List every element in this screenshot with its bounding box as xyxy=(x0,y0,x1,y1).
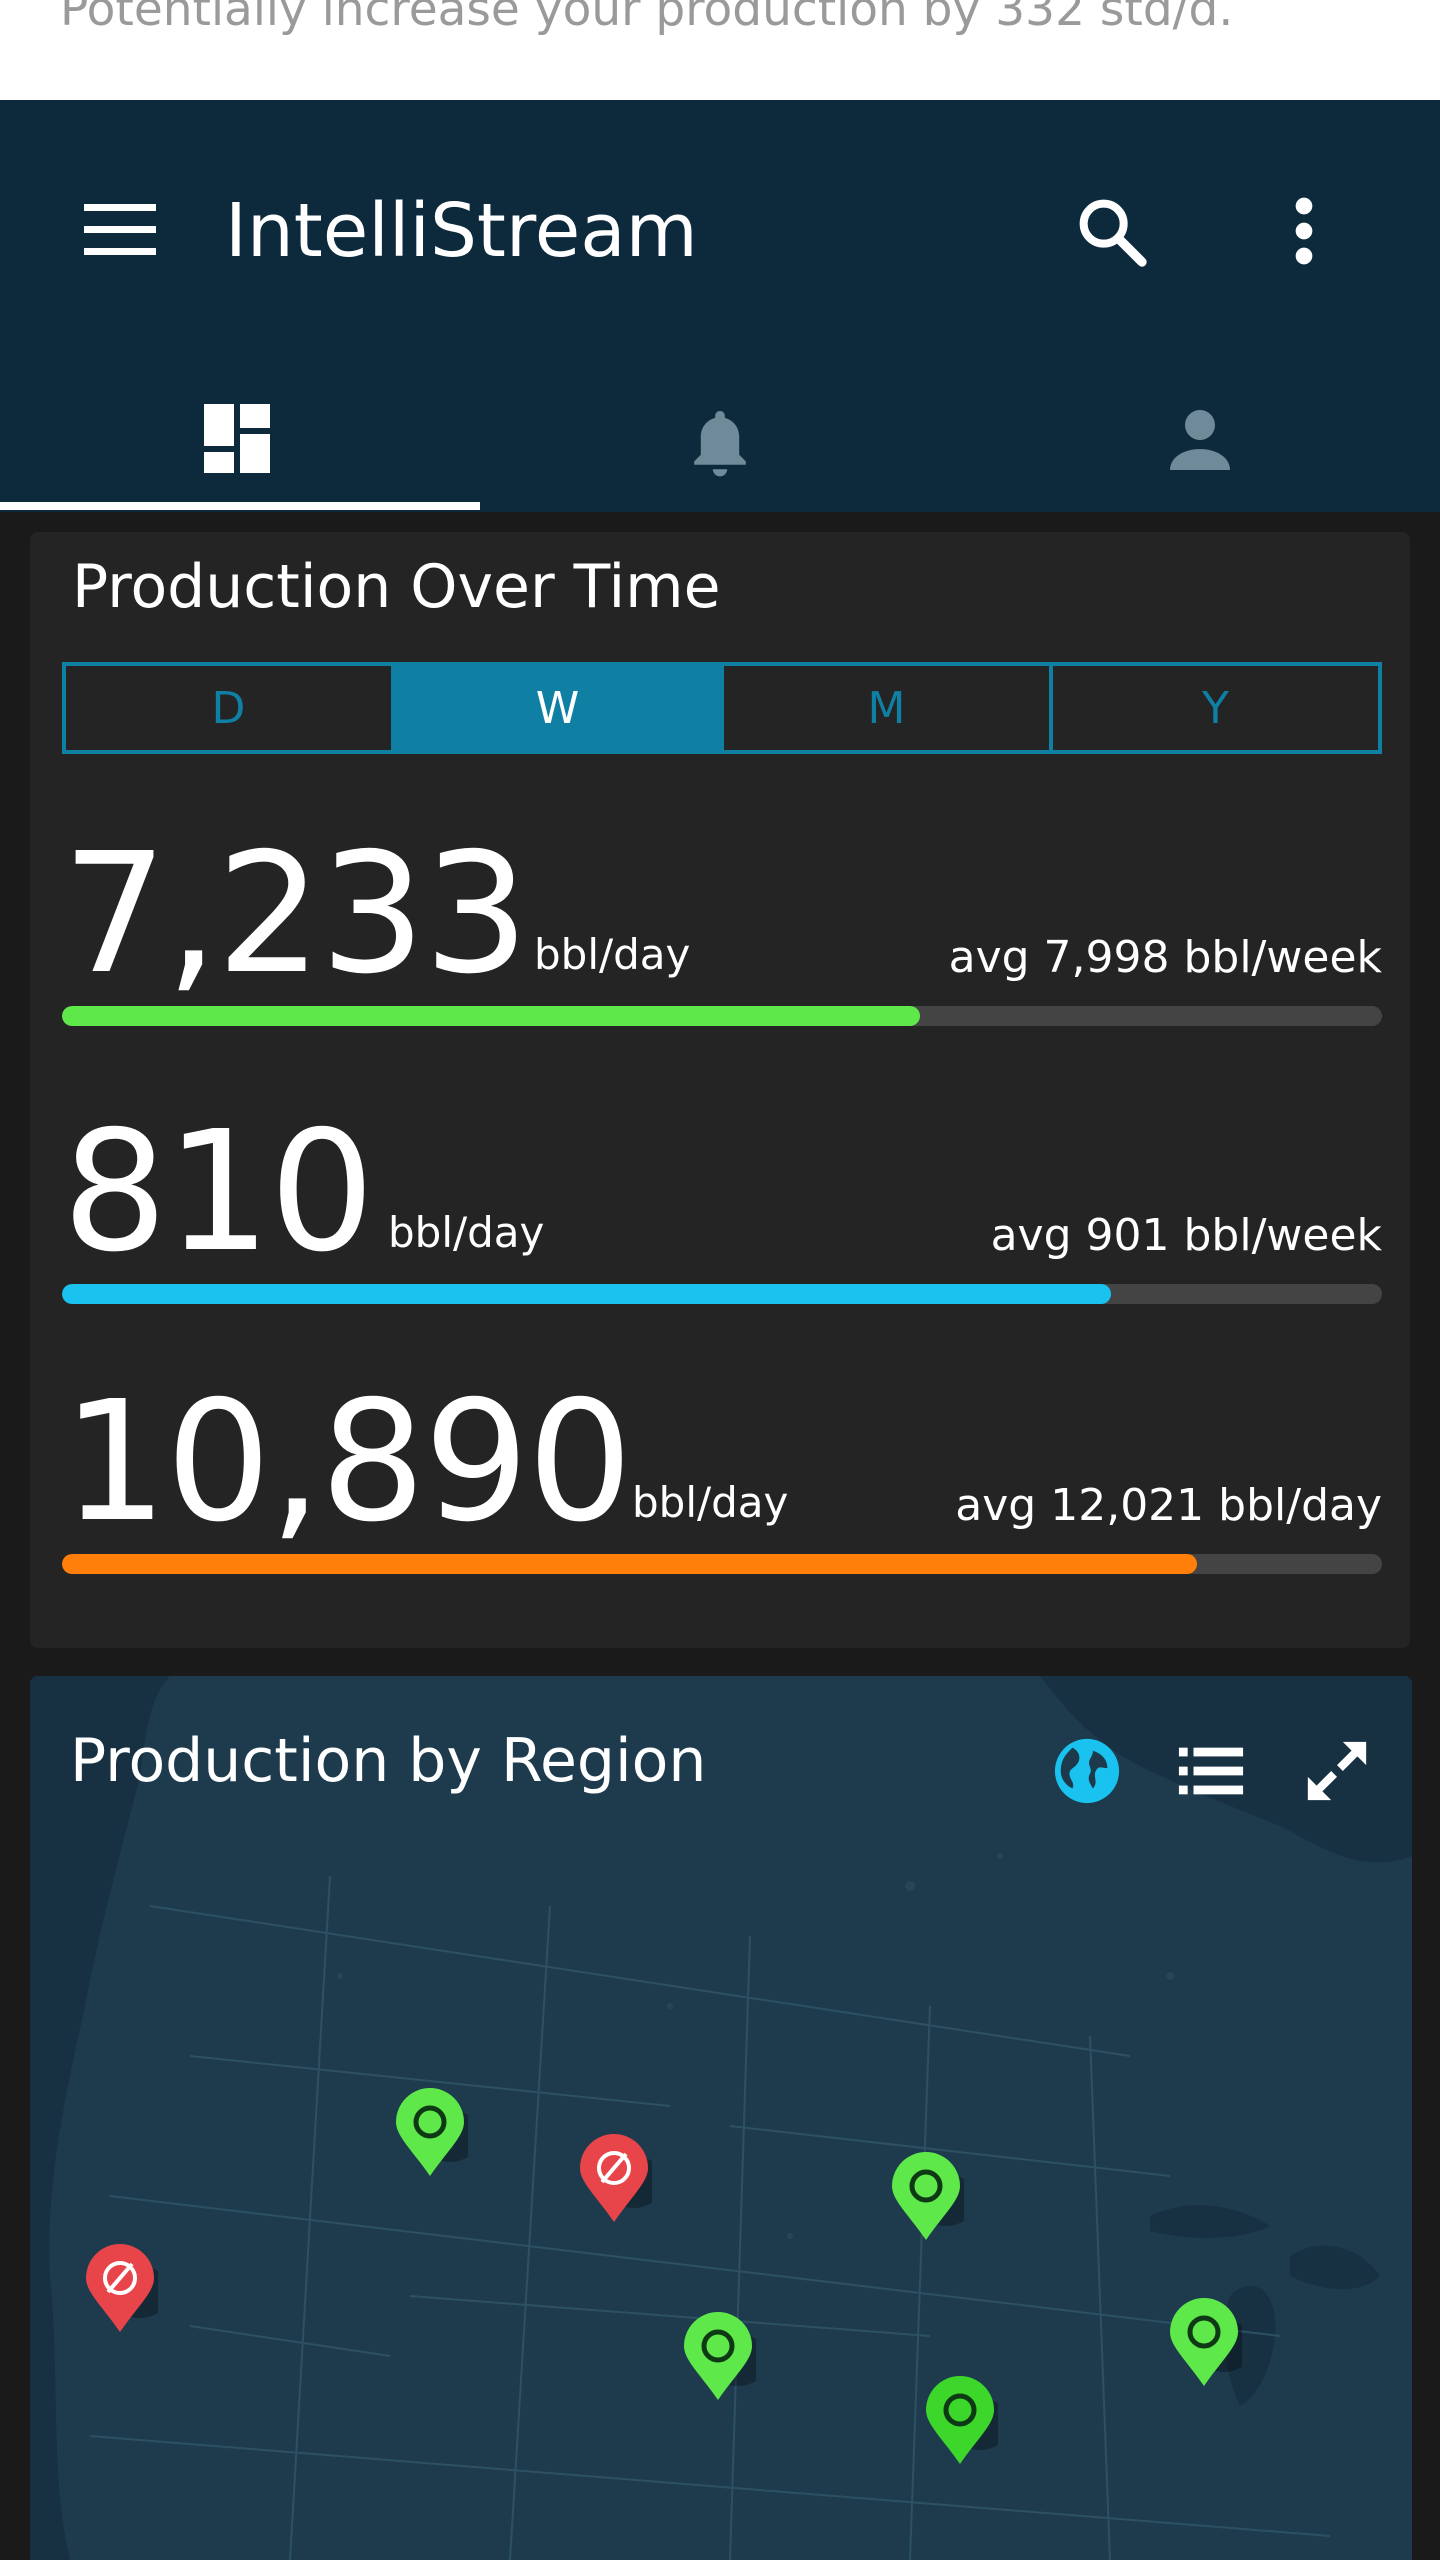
metric-unit: bbl/day xyxy=(632,1478,789,1527)
range-day-button[interactable]: D xyxy=(66,666,395,750)
menu-icon[interactable] xyxy=(84,204,156,256)
metric-progress-fill xyxy=(62,1006,920,1026)
metric-unit: bbl/day xyxy=(534,930,691,979)
metric-unit: bbl/day xyxy=(388,1208,545,1257)
range-month-button[interactable]: M xyxy=(724,666,1053,750)
metric-progress-fill xyxy=(62,1554,1198,1574)
site-pin-ok[interactable] xyxy=(922,2376,1010,2466)
region-map[interactable] xyxy=(30,1676,1412,2560)
metric-progress-track xyxy=(62,1284,1382,1304)
promo-notice-text: Potentially increase your production by … xyxy=(60,0,1234,37)
production-by-region-card: Production by Region xyxy=(30,1676,1412,2560)
metric-progress-track xyxy=(62,1554,1382,1574)
metric-average: avg 7,998 bbl/week xyxy=(948,932,1382,983)
range-week-button[interactable]: W xyxy=(395,666,724,750)
metric-value: 7,233 xyxy=(62,818,529,1011)
app-title: IntelliStream xyxy=(225,188,698,274)
search-icon[interactable] xyxy=(1072,192,1152,272)
map-title: Production by Region xyxy=(70,1726,707,1796)
production-over-time-card: Production Over Time D W M Y 7,233 bbl/d… xyxy=(30,532,1410,1648)
tab-alerts[interactable] xyxy=(480,364,960,512)
tab-dashboard[interactable] xyxy=(0,364,480,512)
metric-value: 810 xyxy=(62,1096,375,1289)
dashboard-icon xyxy=(204,404,270,473)
globe-icon[interactable] xyxy=(1052,1736,1122,1806)
metric-value: 10,890 xyxy=(62,1366,633,1559)
site-pin-ok[interactable] xyxy=(392,2088,480,2178)
expand-icon[interactable] xyxy=(1302,1736,1372,1806)
production-metric: 10,890 bbl/day avg 12,021 bbl/day xyxy=(62,1370,1382,1600)
production-metric: 7,233 bbl/day avg 7,998 bbl/week xyxy=(62,822,1382,1052)
range-year-button[interactable]: Y xyxy=(1053,666,1378,750)
metric-average: avg 12,021 bbl/day xyxy=(955,1480,1382,1531)
tab-profile[interactable] xyxy=(960,364,1440,512)
site-pin-offline[interactable] xyxy=(82,2244,170,2334)
metric-progress-track xyxy=(62,1006,1382,1026)
promo-notice[interactable]: Potentially increase your production by … xyxy=(0,0,1440,100)
tab-bar xyxy=(0,364,1440,512)
app-bar: IntelliStream xyxy=(0,100,1440,512)
active-tab-indicator xyxy=(0,502,480,510)
site-pin-ok[interactable] xyxy=(888,2152,976,2242)
bell-icon xyxy=(694,411,746,477)
person-icon xyxy=(1170,410,1230,470)
site-pin-ok[interactable] xyxy=(680,2312,768,2402)
more-vert-icon[interactable] xyxy=(1284,196,1324,266)
list-icon[interactable] xyxy=(1176,1736,1246,1806)
metric-progress-fill xyxy=(62,1284,1112,1304)
time-range-selector: D W M Y xyxy=(62,662,1382,754)
production-metric: 810 bbl/day avg 901 bbl/week xyxy=(62,1100,1382,1330)
metric-average: avg 901 bbl/week xyxy=(990,1210,1382,1261)
site-pin-offline[interactable] xyxy=(576,2134,664,2224)
card-title: Production Over Time xyxy=(72,552,721,622)
site-pin-ok[interactable] xyxy=(1166,2298,1254,2388)
